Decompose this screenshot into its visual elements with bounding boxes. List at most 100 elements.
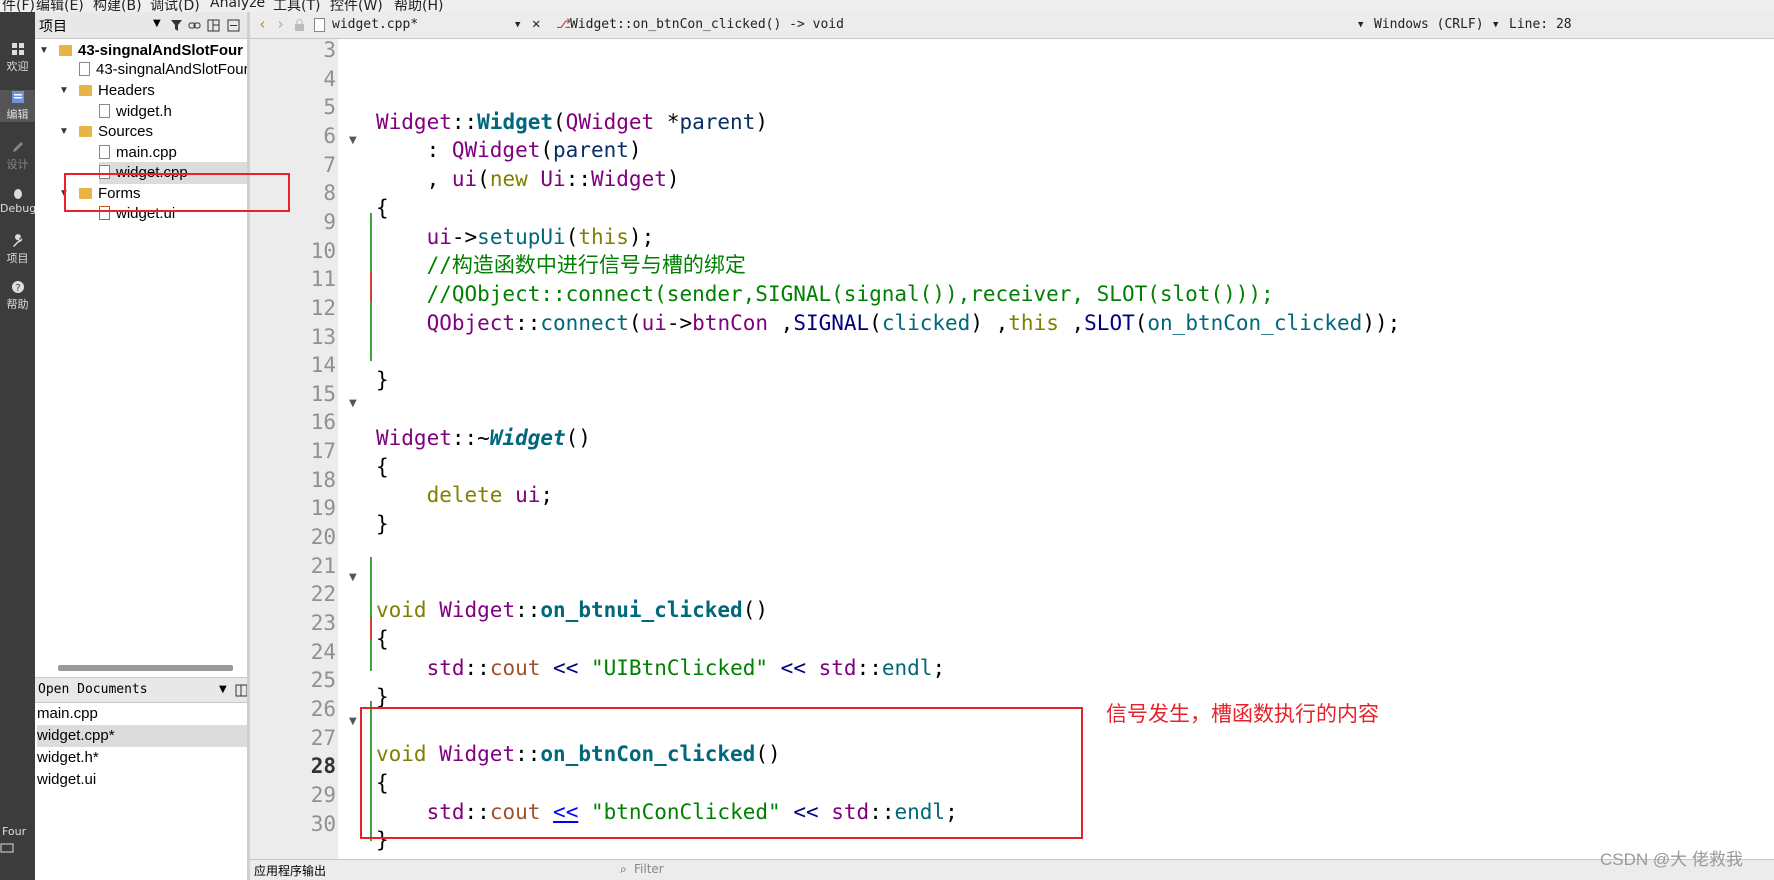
code-line: std::cout << "UIBtnClicked" << std::endl…: [426, 656, 946, 680]
filter-icon[interactable]: [170, 19, 183, 32]
symbol-selector[interactable]: Widget::on_btnCon_clicked() -> void: [570, 17, 844, 32]
line-number: 24: [310, 639, 336, 664]
chevron-down-icon[interactable]: ▼: [1358, 20, 1363, 30]
mode-help[interactable]: ? 帮助: [0, 280, 35, 312]
fold-arrow-icon[interactable]: ▼: [349, 398, 357, 409]
project-pane-header: 项目 ▼: [35, 12, 247, 39]
mode-bar: 欢迎 编辑 设计 Debug 项目 ? 帮助 Four: [0, 12, 36, 880]
line-indicator: Line: 28: [1509, 17, 1572, 32]
split-icon[interactable]: [207, 19, 220, 32]
mode-design-label: 设计: [6, 158, 29, 171]
mode-edit[interactable]: 编辑: [0, 90, 35, 122]
change-marker: [370, 557, 372, 671]
chevron-down-icon[interactable]: ▼: [219, 684, 227, 695]
line-number: 5: [323, 95, 336, 120]
line-number: 13: [310, 324, 336, 349]
chevron-down-icon[interactable]: ▼: [153, 18, 161, 29]
bug-icon: [13, 189, 22, 199]
lock-icon: [295, 19, 304, 31]
forward-arrow-icon[interactable]: ›: [276, 15, 285, 33]
tree-item-main-cpp[interactable]: main.cpp: [99, 142, 177, 164]
code-line: ui->setupUi(this);: [426, 225, 655, 249]
file-tab-label[interactable]: widget.cpp*: [332, 17, 418, 32]
code-line: //构造函数中进行信号与槽的绑定: [426, 253, 746, 277]
chevron-down-icon[interactable]: ▼: [515, 20, 520, 30]
grid-icon: [11, 43, 24, 55]
menu-build[interactable]: 构建(B): [93, 0, 142, 12]
wrench-icon: [12, 234, 22, 247]
spacer: [231, 684, 232, 685]
line-number: 6: [323, 123, 336, 148]
link-icon[interactable]: [188, 19, 201, 32]
chevron-down-icon[interactable]: ▼: [59, 80, 69, 102]
line-number: 20: [310, 525, 336, 550]
watermark: CSDN @大 佬救我: [1600, 850, 1743, 869]
code-line: , ui(new Ui::Widget): [376, 167, 680, 191]
fold-arrow-icon[interactable]: ▼: [349, 572, 357, 583]
tree-item-widget-h[interactable]: widget.h: [99, 101, 172, 123]
menu-controls[interactable]: 控件(W): [330, 0, 383, 12]
cpp-file-icon: [314, 18, 325, 32]
annotation-note: 信号发生，槽函数执行的内容: [1106, 702, 1379, 726]
code-line: Widget::Widget(QWidget *parent): [376, 110, 768, 134]
chevron-down-icon[interactable]: ▼: [1493, 20, 1498, 30]
help-icon: ?: [11, 281, 24, 294]
horizontal-scrollbar[interactable]: [58, 665, 233, 671]
line-number: 28: [310, 754, 336, 779]
code-line: Widget::~Widget(): [376, 426, 591, 450]
open-document-item[interactable]: main.cpp: [37, 703, 264, 725]
line-number: 19: [310, 496, 336, 521]
line-number: 18: [310, 467, 336, 492]
fold-arrow-icon[interactable]: ▼: [349, 135, 357, 146]
edit-icon: [11, 91, 24, 103]
line-number: 14: [310, 353, 336, 378]
code-line: {: [376, 196, 389, 220]
menu-help[interactable]: 帮助(H): [394, 0, 443, 12]
open-document-item[interactable]: widget.h*: [37, 747, 264, 769]
line-number: 21: [310, 553, 336, 578]
close-pane-icon[interactable]: [227, 19, 240, 32]
monitor-icon[interactable]: [0, 842, 14, 856]
line-number: 22: [310, 582, 336, 607]
highlight-box-slot-function: [360, 707, 1083, 839]
tree-item-label: Headers: [98, 82, 155, 99]
line-number: 17: [310, 439, 336, 464]
pencil-icon: [12, 142, 23, 152]
menu-debug[interactable]: 调试(D): [150, 0, 200, 12]
tree-item-pro-file[interactable]: 43-singnalAndSlotFour.pro: [79, 59, 247, 81]
line-number: 4: [323, 66, 336, 91]
open-document-item[interactable]: widget.ui: [37, 769, 264, 791]
line-ending-selector[interactable]: Windows (CRLF): [1374, 17, 1484, 32]
mode-debug[interactable]: Debug: [0, 186, 36, 215]
back-arrow-icon[interactable]: ‹: [258, 15, 267, 33]
code-line: {: [376, 455, 389, 479]
code-line: delete ui;: [426, 483, 554, 507]
mode-design[interactable]: 设计: [0, 140, 35, 172]
filter-input[interactable]: Filter: [634, 862, 664, 876]
mode-target-label: Four: [2, 825, 27, 838]
line-number: 9: [323, 209, 336, 234]
menu-edit[interactable]: 编辑(E): [36, 0, 84, 12]
mode-welcome[interactable]: 欢迎: [0, 42, 35, 74]
mode-projects[interactable]: 项目: [0, 234, 35, 266]
line-number: 27: [310, 725, 336, 750]
folder-icon: [79, 126, 92, 137]
fold-arrow-icon[interactable]: ▼: [349, 716, 357, 727]
open-document-item[interactable]: widget.cpp*: [37, 725, 259, 747]
folder-icon: [79, 85, 92, 96]
menu-analyze[interactable]: Analyze: [210, 0, 265, 11]
tree-item-label: widget.h: [116, 103, 172, 120]
chevron-down-icon[interactable]: ▼: [39, 40, 49, 62]
code-line: {: [376, 627, 389, 651]
output-pane-label[interactable]: 应用程序输出: [254, 862, 326, 879]
open-documents-list: main.cpp widget.cpp* widget.h* widget.ui…: [35, 703, 275, 880]
header-file-icon: [99, 104, 110, 118]
code-line: //QObject::connect(sender,SIGNAL(signal(…: [426, 282, 1274, 306]
close-icon[interactable]: ✕: [532, 16, 540, 32]
line-number: 10: [310, 238, 336, 263]
line-number: 3: [323, 38, 336, 62]
chevron-down-icon[interactable]: ▼: [59, 121, 69, 143]
menu-file[interactable]: 件(F): [2, 0, 35, 12]
search-icon: ⌕: [620, 862, 627, 876]
menu-tools[interactable]: 工具(T): [273, 0, 320, 12]
